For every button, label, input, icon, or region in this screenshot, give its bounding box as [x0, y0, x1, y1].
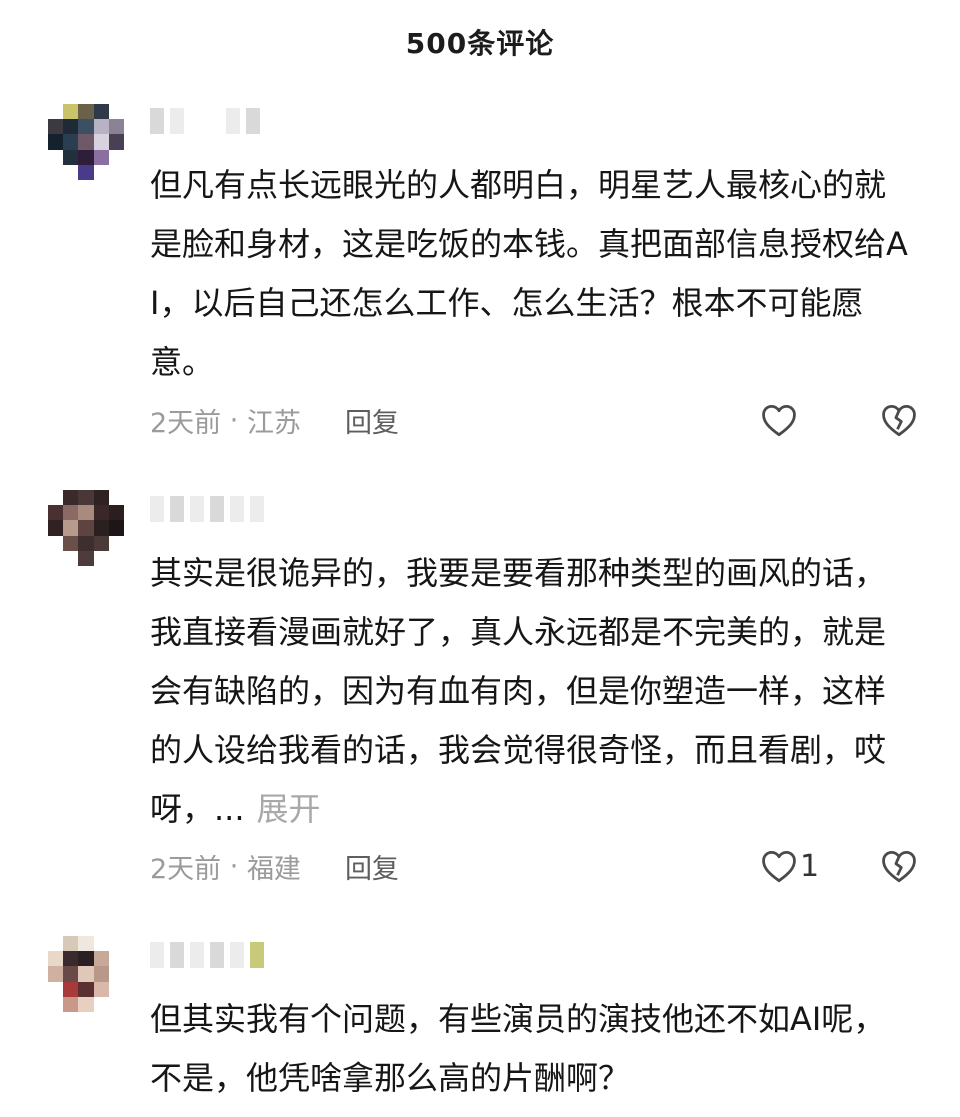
comment-meta: 2天前 · 福建 回复: [150, 846, 399, 886]
comment-location: 江苏: [246, 407, 301, 439]
meta-separator: ·: [221, 850, 247, 882]
reply-button[interactable]: 回复: [345, 847, 399, 886]
comments-count-title: 500条评论: [405, 27, 555, 60]
username[interactable]: [150, 494, 264, 524]
comment-body: 其实是很诡异的，我要是要看那种类型的画风的话，我直接看漫画就好了，真人永远都是不…: [150, 554, 887, 828]
like-button[interactable]: [760, 403, 842, 437]
comment-time: 2天前: [150, 853, 222, 885]
comment-text: 但凡有点长远眼光的人都明白，明星艺人最核心的就是脸和身材，这是吃饭的本钱。真把面…: [150, 166, 908, 381]
comment-location: 福建: [246, 853, 301, 885]
broken-heart-icon: [880, 403, 918, 437]
avatar[interactable]: [48, 936, 124, 1012]
reply-button[interactable]: 回复: [345, 401, 399, 440]
heart-outline-icon: [760, 849, 798, 883]
comment-time: 2天前: [150, 407, 222, 439]
dislike-button[interactable]: [880, 403, 918, 437]
comment-text: 其实是很诡异的，我要是要看那种类型的画风的话，我直接看漫画就好了，真人永远都是不…: [150, 544, 910, 839]
expand-link[interactable]: 展开: [257, 790, 321, 828]
like-count: 1: [800, 848, 820, 884]
username[interactable]: [150, 106, 260, 136]
username[interactable]: [150, 940, 264, 970]
heart-outline-icon: [760, 403, 798, 437]
dislike-button[interactable]: [880, 849, 918, 883]
meta-separator: ·: [221, 404, 247, 436]
avatar[interactable]: [48, 490, 124, 566]
broken-heart-icon: [880, 849, 918, 883]
comment-actions: 1: [760, 846, 918, 886]
avatar[interactable]: [48, 104, 124, 180]
like-button[interactable]: 1: [760, 849, 842, 884]
comment-text: 但其实我有个问题，有些演员的演技他还不如AI呢，不是，他凭啥拿那么高的片酬啊？: [150, 1000, 886, 1097]
comment-actions: [760, 400, 918, 440]
comment-meta: 2天前 · 江苏 回复: [150, 400, 399, 440]
